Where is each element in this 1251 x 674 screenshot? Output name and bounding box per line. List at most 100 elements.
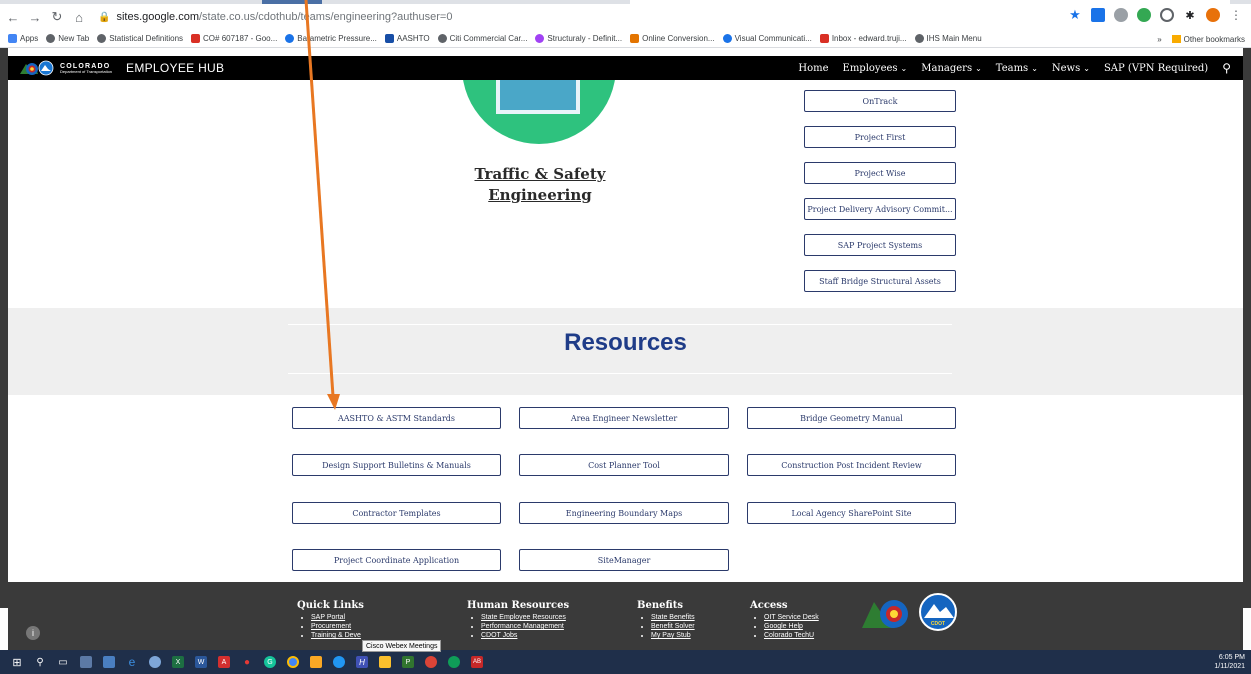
resource-link-button[interactable]: Local Agency SharePoint Site [747, 502, 956, 524]
home-icon[interactable]: ⌂ [70, 8, 88, 26]
resource-link-button[interactable]: Design Support Bulletins & Manuals [292, 454, 501, 476]
footer-link[interactable]: CDOT Jobs [481, 631, 569, 640]
extension-icon[interactable] [1137, 8, 1151, 22]
search-icon[interactable]: ⚲ [34, 656, 46, 668]
cdot-logo[interactable]: COLORADO Department of Transportation [18, 59, 112, 77]
nav-managers[interactable]: Managers ⌄ [921, 63, 982, 74]
chrome-icon[interactable] [425, 656, 437, 668]
puzzle-icon[interactable]: ✱ [1183, 8, 1197, 22]
nav-teams[interactable]: Teams ⌄ [996, 63, 1038, 74]
resource-link-button[interactable]: Bridge Geometry Manual [747, 407, 956, 429]
bookmark[interactable]: AASHTO [384, 34, 430, 43]
footer-link[interactable]: Procurement [311, 622, 364, 631]
nav-sap[interactable]: SAP (VPN Required) [1104, 63, 1208, 74]
reload-icon[interactable]: ↻ [48, 8, 66, 26]
menu-icon[interactable]: ⋮ [1229, 8, 1243, 22]
footer-link[interactable]: My Pay Stub [651, 631, 695, 640]
edge-icon[interactable]: e [126, 655, 138, 669]
back-icon[interactable]: ← [4, 8, 22, 26]
bookmark[interactable]: Online Conversion... [630, 34, 715, 43]
bookmark[interactable]: IHS Main Menu [914, 34, 982, 43]
extension-icon[interactable] [1114, 8, 1128, 22]
app-icon[interactable]: H [356, 656, 368, 668]
bookmark[interactable]: New Tab [46, 34, 89, 43]
resource-link-button[interactable]: Cost Planner Tool [519, 454, 729, 476]
window-frame [1243, 48, 1251, 608]
more-bookmarks-button[interactable]: » [1157, 35, 1161, 44]
team-image [462, 80, 616, 147]
nav-news[interactable]: News ⌄ [1052, 63, 1090, 74]
nav-home[interactable]: Home [798, 63, 828, 74]
resource-link-button[interactable]: AASHTO & ASTM Standards [292, 407, 501, 429]
sticky-notes-icon[interactable] [379, 656, 391, 668]
resource-link-button[interactable]: Project Coordinate Application [292, 549, 501, 571]
team-title[interactable]: Traffic & Safety Engineering [440, 164, 640, 206]
team-link-button[interactable]: Project First [804, 126, 956, 148]
drop-icon[interactable]: ● [241, 656, 253, 668]
footer-badge-text: CDOT [931, 621, 945, 627]
bookmark[interactable]: Statistical Definitions [97, 34, 183, 43]
team-link-button[interactable]: OnTrack [804, 90, 956, 112]
bookmark[interactable]: Structuraly - Definit... [535, 34, 622, 43]
resource-link-button[interactable]: SiteManager [519, 549, 729, 571]
nav-label: News [1051, 62, 1081, 74]
footer-link[interactable]: Performance Management [481, 622, 569, 631]
team-link-button[interactable]: Project Delivery Advisory Commit... [804, 198, 956, 220]
extension-icon[interactable] [1160, 8, 1174, 22]
team-link-button[interactable]: Project Wise [804, 162, 956, 184]
bookmark[interactable]: Inbox - edward.truji... [819, 34, 907, 43]
folder-icon[interactable] [103, 656, 115, 668]
forward-icon[interactable]: → [26, 8, 44, 26]
nav-employees[interactable]: Employees ⌄ [843, 63, 908, 74]
bookmark[interactable]: Barametric Pressure... [285, 34, 377, 43]
chevron-down-icon: ⌄ [975, 63, 982, 73]
file-explorer-icon[interactable] [310, 656, 322, 668]
bookmark[interactable]: Citi Commercial Car... [437, 34, 527, 43]
calculator-icon[interactable] [80, 656, 92, 668]
resource-link-button[interactable]: Engineering Boundary Maps [519, 502, 729, 524]
other-bookmarks-folder[interactable]: Other bookmarks [1171, 35, 1245, 44]
footer-link[interactable]: Colorado TechU [764, 631, 819, 640]
acrobat-icon[interactable]: A [218, 656, 230, 668]
avatar[interactable] [1206, 8, 1220, 22]
footer-link[interactable]: SAP Portal [311, 613, 364, 622]
team-link-button[interactable]: Staff Bridge Structural Assets [804, 270, 956, 292]
footer-link[interactable]: Google Help [764, 622, 819, 631]
windows-start-icon[interactable]: ⊞ [11, 656, 23, 669]
bookmark-label: Barametric Pressure... [297, 34, 377, 43]
url-field[interactable]: 🔒 sites.google.com /state.co.us/cdothub/… [98, 11, 452, 23]
star-icon[interactable]: ★ [1068, 7, 1082, 22]
footer-link[interactable]: State Benefits [651, 613, 695, 622]
footer-link[interactable]: Benefit Solver [651, 622, 695, 631]
bookmark[interactable]: CO# 607187 - Goo... [191, 34, 277, 43]
bookmark[interactable]: Apps [8, 34, 38, 43]
adobe-icon[interactable]: AB [471, 656, 483, 668]
chrome-icon[interactable] [448, 656, 460, 668]
footer-link[interactable]: OIT Service Desk [764, 613, 819, 622]
site-title[interactable]: EMPLOYEE HUB [126, 61, 224, 75]
app-icon[interactable] [149, 656, 161, 668]
info-icon[interactable]: i [26, 626, 40, 640]
extension-icon[interactable] [1091, 8, 1105, 22]
bookmark[interactable]: Visual Communicati... [722, 34, 812, 43]
excel-icon[interactable]: X [172, 656, 184, 668]
search-icon[interactable]: ⚲ [1222, 61, 1231, 75]
clock-date: 1/11/2021 [1214, 663, 1245, 670]
clock-time: 6:05 PM [1218, 654, 1245, 661]
project-icon[interactable]: P [402, 656, 414, 668]
resource-link-button[interactable]: Contractor Templates [292, 502, 501, 524]
chrome-icon[interactable] [287, 656, 299, 668]
resource-link-button[interactable]: Construction Post Incident Review [747, 454, 956, 476]
footer-link[interactable]: Training & Deve [311, 631, 364, 640]
task-view-icon[interactable]: ▭ [57, 656, 69, 668]
taskbar-clock[interactable]: 6:05 PM 1/11/2021 [1214, 653, 1245, 671]
aashto-icon [384, 34, 394, 43]
gmail-icon [819, 34, 829, 43]
resource-link-button[interactable]: Area Engineer Newsletter [519, 407, 729, 429]
word-icon[interactable]: W [195, 656, 207, 668]
footer-column-benefits: Benefits State Benefits Benefit Solver M… [637, 600, 695, 640]
footer-link[interactable]: State Employee Resources [481, 613, 569, 622]
webex-icon[interactable] [333, 656, 345, 668]
grammarly-icon[interactable]: G [264, 656, 276, 668]
team-link-button[interactable]: SAP Project Systems [804, 234, 956, 256]
